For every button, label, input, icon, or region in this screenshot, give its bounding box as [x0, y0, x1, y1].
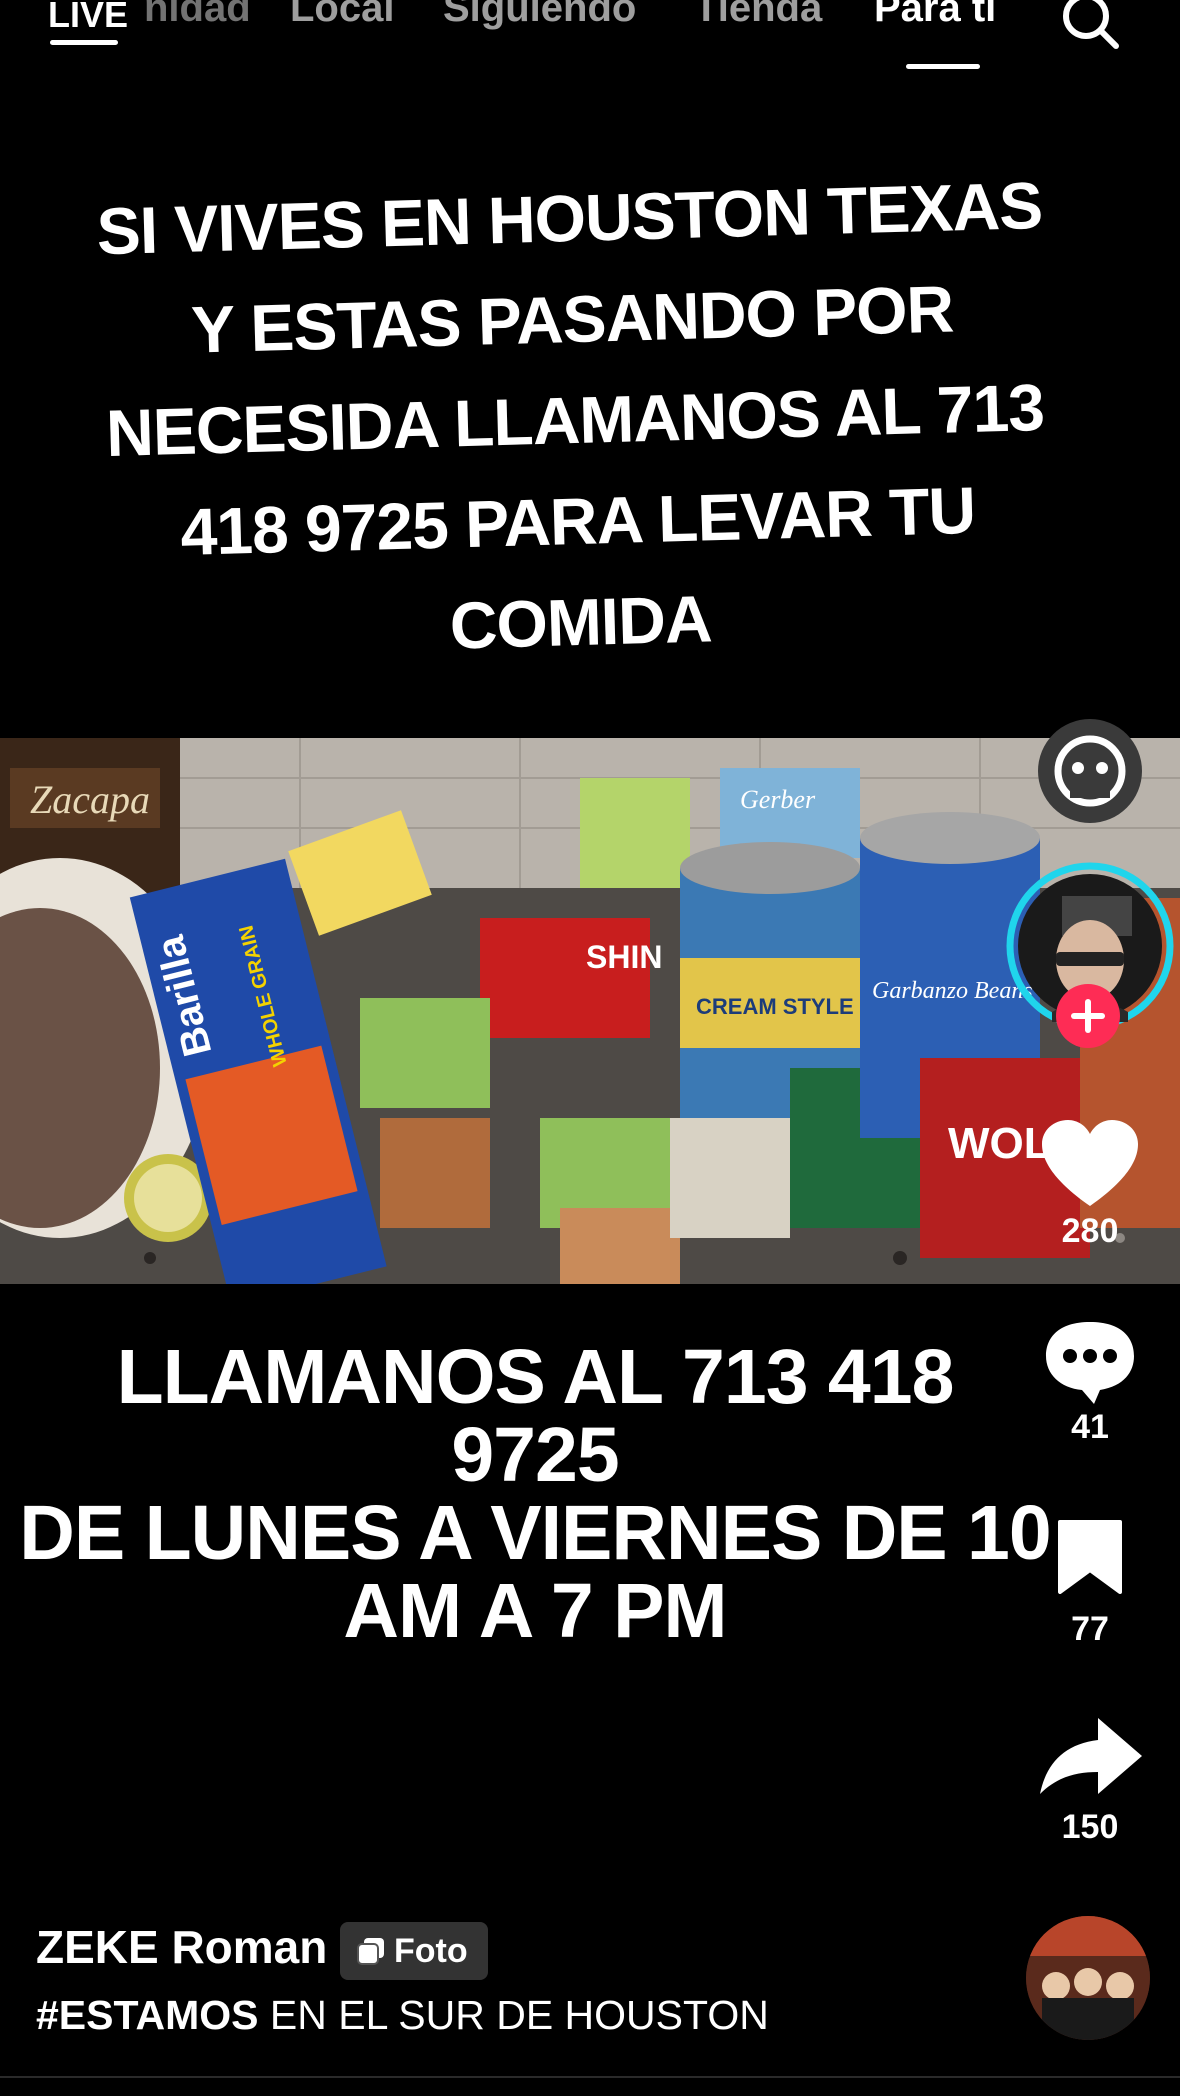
- like-button[interactable]: 280: [1030, 1118, 1150, 1258]
- photo-stack-icon: [357, 1938, 384, 1965]
- live-label: LIVE: [48, 0, 129, 35]
- music-album-art: [1026, 1916, 1150, 2040]
- tab-tienda[interactable]: Tienda: [694, 0, 822, 31]
- comment-button[interactable]: 41: [1030, 1316, 1150, 1452]
- live-tv-icon: [50, 40, 118, 45]
- ai-assistant-button[interactable]: [1030, 716, 1150, 826]
- comment-count: 41: [1071, 1408, 1109, 1446]
- tab-local[interactable]: Local: [290, 0, 394, 31]
- plus-icon: [1071, 999, 1105, 1033]
- ai-face-icon: [1038, 719, 1142, 823]
- tab-comunidad[interactable]: nidad: [144, 0, 251, 31]
- bookmark-icon: [1058, 1520, 1122, 1594]
- author-name[interactable]: ZEKE Roman: [36, 1920, 327, 1974]
- post-caption: #ESTAMOS EN EL SUR DE HOUSTON: [36, 1992, 769, 2039]
- photo-badge: Foto: [340, 1922, 488, 1980]
- share-button[interactable]: 150: [1030, 1714, 1150, 1850]
- photo-badge-label: Foto: [394, 1931, 468, 1970]
- post-subline: LLAMANOS AL 713 418 9725 DE LUNES A VIER…: [19, 1334, 1051, 1654]
- bottom-divider: [0, 2076, 1180, 2078]
- music-disc[interactable]: [1026, 1916, 1150, 2040]
- tab-para-ti[interactable]: Para ti: [874, 0, 996, 31]
- save-button[interactable]: 77: [1030, 1518, 1150, 1652]
- save-count: 77: [1071, 1610, 1109, 1648]
- tab-siguiendo[interactable]: Siguiendo: [443, 0, 636, 31]
- share-count: 150: [1061, 1808, 1119, 1846]
- search-icon[interactable]: [1060, 0, 1122, 52]
- post-headline: SI VIVES EN HOUSTON TEXAS Y ESTAS PASAND…: [95, 167, 1045, 663]
- can-label-corn: CREAM STYLE: [696, 994, 854, 1019]
- follow-button[interactable]: [1056, 984, 1120, 1048]
- share-arrow-icon: [1040, 1718, 1142, 1794]
- comment-icon: [1046, 1322, 1134, 1404]
- like-count: 280: [1061, 1212, 1119, 1250]
- hashtag-link[interactable]: #ESTAMOS: [36, 1992, 259, 2038]
- baby-food-label: Gerber: [740, 785, 816, 814]
- heart-icon: [1042, 1120, 1138, 1206]
- noodle-brand-label: SHIN: [586, 939, 662, 975]
- caption-text: EN EL SUR DE HOUSTON: [258, 1992, 769, 2038]
- rum-label: Zacapa: [30, 777, 150, 822]
- top-navigation: LIVE nidad Local Siguiendo Tienda Para t…: [0, 0, 1180, 90]
- live-button[interactable]: LIVE: [40, 0, 132, 56]
- active-tab-indicator: [906, 64, 980, 69]
